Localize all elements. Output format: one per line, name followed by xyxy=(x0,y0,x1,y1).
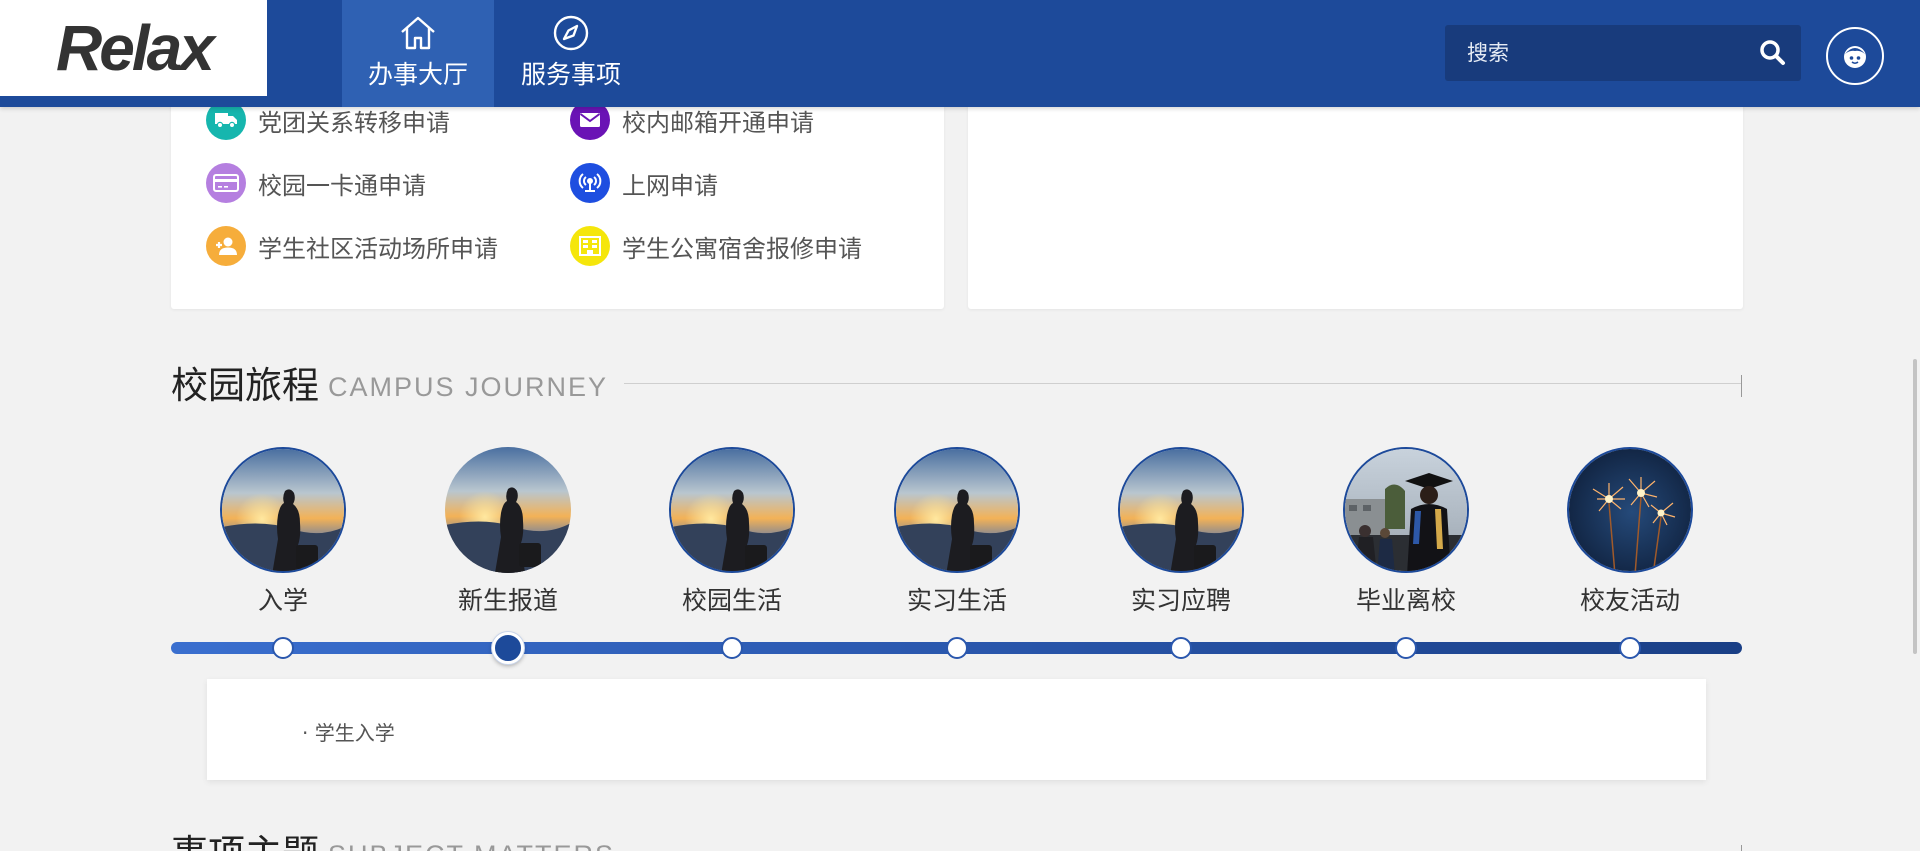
logo-text: Relax xyxy=(56,12,215,84)
stage-detail-panel: · 学生入学 xyxy=(207,679,1706,780)
building-icon xyxy=(570,226,610,266)
section-title: 事项主题 xyxy=(171,830,319,851)
stage-label: 实习生活 xyxy=(906,586,1007,615)
user-avatar-button[interactable] xyxy=(1826,27,1884,85)
wifi-icon xyxy=(570,163,610,203)
home-icon xyxy=(401,16,435,50)
timeline-dot-active[interactable] xyxy=(492,632,524,664)
service-label: 学生社区活动场所申请 xyxy=(258,234,498,263)
stage-label: 入学 xyxy=(257,586,308,615)
search-icon[interactable] xyxy=(1757,37,1789,69)
stage-label: 实习应聘 xyxy=(1130,586,1231,615)
timeline-dot[interactable] xyxy=(272,637,294,659)
traveler-photo xyxy=(220,447,346,573)
user-face-icon xyxy=(1844,46,1866,68)
stage-label: 校园生活 xyxy=(681,586,782,615)
service-label: 学生公寓宿舍报修申请 xyxy=(622,234,862,263)
card-icon xyxy=(206,163,246,203)
section-divider xyxy=(624,383,1742,384)
service-item[interactable]: 校园一卡通申请 xyxy=(206,163,426,203)
logo[interactable]: Relax xyxy=(0,0,267,96)
stage-detail-item[interactable]: · 学生入学 xyxy=(302,717,395,746)
service-item[interactable]: 学生公寓宿舍报修申请 xyxy=(570,226,862,266)
service-label: 上网申请 xyxy=(622,171,718,200)
timeline-dot[interactable] xyxy=(946,637,968,659)
nav-item-hall[interactable]: 办事大厅 xyxy=(342,0,494,107)
traveler-photo xyxy=(1118,447,1244,573)
graduation-photo xyxy=(1343,447,1469,573)
scrollbar-thumb[interactable] xyxy=(1913,359,1917,654)
service-label: 校园一卡通申请 xyxy=(258,171,426,200)
service-item[interactable]: 上网申请 xyxy=(570,163,718,203)
section-subtitle: SUBJECT MATTERS xyxy=(328,838,615,851)
traveler-photo xyxy=(445,447,571,573)
page-scrollbar[interactable] xyxy=(1910,107,1920,851)
user-add-icon xyxy=(206,226,246,266)
nav-item-services[interactable]: 服务事项 xyxy=(495,0,647,107)
stage-label: 校友活动 xyxy=(1579,586,1680,615)
top-header: Relax 办事大厅 服务事项 xyxy=(0,0,1920,107)
stage-label: 新生报道 xyxy=(457,586,558,615)
section-title: 校园旅程 xyxy=(171,364,319,407)
search-input[interactable] xyxy=(1467,25,1747,81)
compass-icon xyxy=(553,15,589,51)
section-divider-end xyxy=(1741,845,1742,851)
nav-label: 办事大厅 xyxy=(367,60,468,89)
timeline-dot[interactable] xyxy=(721,637,743,659)
search-bar xyxy=(1445,25,1801,81)
timeline-dot[interactable] xyxy=(1170,637,1192,659)
stage-label: 毕业离校 xyxy=(1355,586,1456,615)
timeline-dot[interactable] xyxy=(1395,637,1417,659)
section-divider-end xyxy=(1741,375,1742,397)
nav-label: 服务事项 xyxy=(520,60,621,89)
sparklers-photo xyxy=(1567,447,1693,573)
section-subtitle: CAMPUS JOURNEY xyxy=(328,372,609,402)
traveler-photo xyxy=(669,447,795,573)
service-label: 党团关系转移申请 xyxy=(258,108,450,137)
service-item[interactable]: 学生社区活动场所申请 xyxy=(206,226,498,266)
timeline-dot[interactable] xyxy=(1619,637,1641,659)
traveler-photo xyxy=(894,447,1020,573)
service-label: 校内邮箱开通申请 xyxy=(622,108,814,137)
